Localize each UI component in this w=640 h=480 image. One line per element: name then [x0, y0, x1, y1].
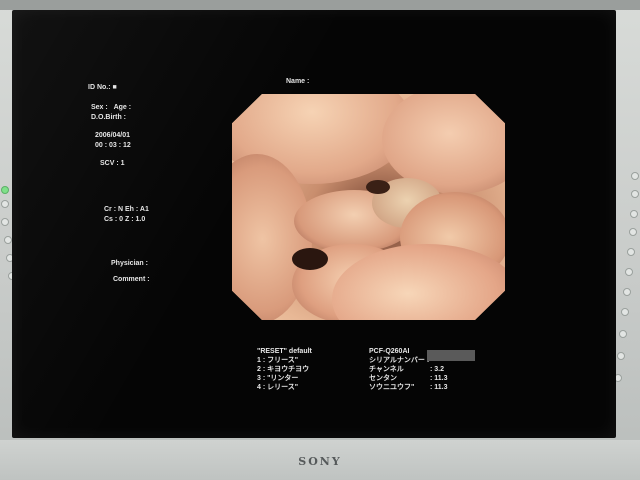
id-label: ID No.:	[88, 84, 111, 91]
monitor-top-edge	[0, 0, 640, 10]
exam-time: 00 : 03 : 12	[95, 142, 131, 149]
reset-item: 4 : レリース"	[257, 384, 299, 391]
side-button[interactable]	[4, 236, 12, 244]
side-button[interactable]	[625, 268, 633, 276]
dob-label: D.O.Birth :	[91, 114, 126, 121]
reset-item: 1 : フリース"	[257, 357, 299, 364]
endoscope-image	[232, 94, 505, 320]
tip-label: センタン	[369, 375, 397, 382]
power-led-icon	[1, 186, 9, 194]
serial-label: シリアルナンバー :	[369, 357, 430, 364]
monitor-photo: ID No.: ■ Name : Sex : Age : D.O.Birth :…	[0, 0, 640, 480]
side-button[interactable]	[1, 200, 9, 208]
comment-label: Comment :	[113, 276, 150, 283]
serial-redaction	[427, 350, 475, 361]
side-button[interactable]	[623, 288, 631, 296]
side-button[interactable]	[627, 248, 635, 256]
insertion-label: ソウニユウフ"	[369, 384, 415, 391]
side-button[interactable]	[629, 228, 637, 236]
channel-label: チャンネル	[369, 366, 404, 373]
lumen-shadow	[292, 248, 328, 270]
insertion-value: : 11.3	[430, 384, 448, 391]
side-button[interactable]	[619, 330, 627, 338]
enhance-line-2: Cs : 0 Z : 1.0	[104, 216, 146, 223]
side-button[interactable]	[621, 308, 629, 316]
enhance-line-1: Cr : N Eh : A1	[104, 206, 149, 213]
scope-model: PCF-Q260AI	[369, 348, 410, 355]
reset-title: "RESET" default	[257, 348, 312, 355]
id-value: ■	[112, 84, 117, 91]
brand-logo: SONY	[298, 455, 342, 468]
name-label: Name :	[286, 78, 310, 85]
sex-label: Sex :	[91, 104, 108, 111]
reset-item: 2 : キヨウチヨウ	[257, 366, 310, 373]
side-button[interactable]	[631, 172, 639, 180]
exam-date: 2006/04/01	[95, 132, 131, 139]
side-button[interactable]	[1, 218, 9, 226]
reset-item: 3 : "リンター	[257, 375, 299, 382]
age-label: Age :	[113, 104, 132, 111]
sex-age-row: Sex : Age :	[91, 103, 131, 112]
physician-label: Physician :	[111, 260, 148, 267]
tip-value: : 11.3	[430, 375, 448, 382]
channel-value: : 3.2	[430, 366, 445, 373]
id-row: ID No.: ■	[88, 83, 117, 92]
side-button[interactable]	[630, 210, 638, 218]
side-button[interactable]	[617, 352, 625, 360]
lumen-shadow	[366, 180, 390, 194]
side-button[interactable]	[631, 190, 639, 198]
scv-value: SCV : 1	[100, 160, 125, 167]
